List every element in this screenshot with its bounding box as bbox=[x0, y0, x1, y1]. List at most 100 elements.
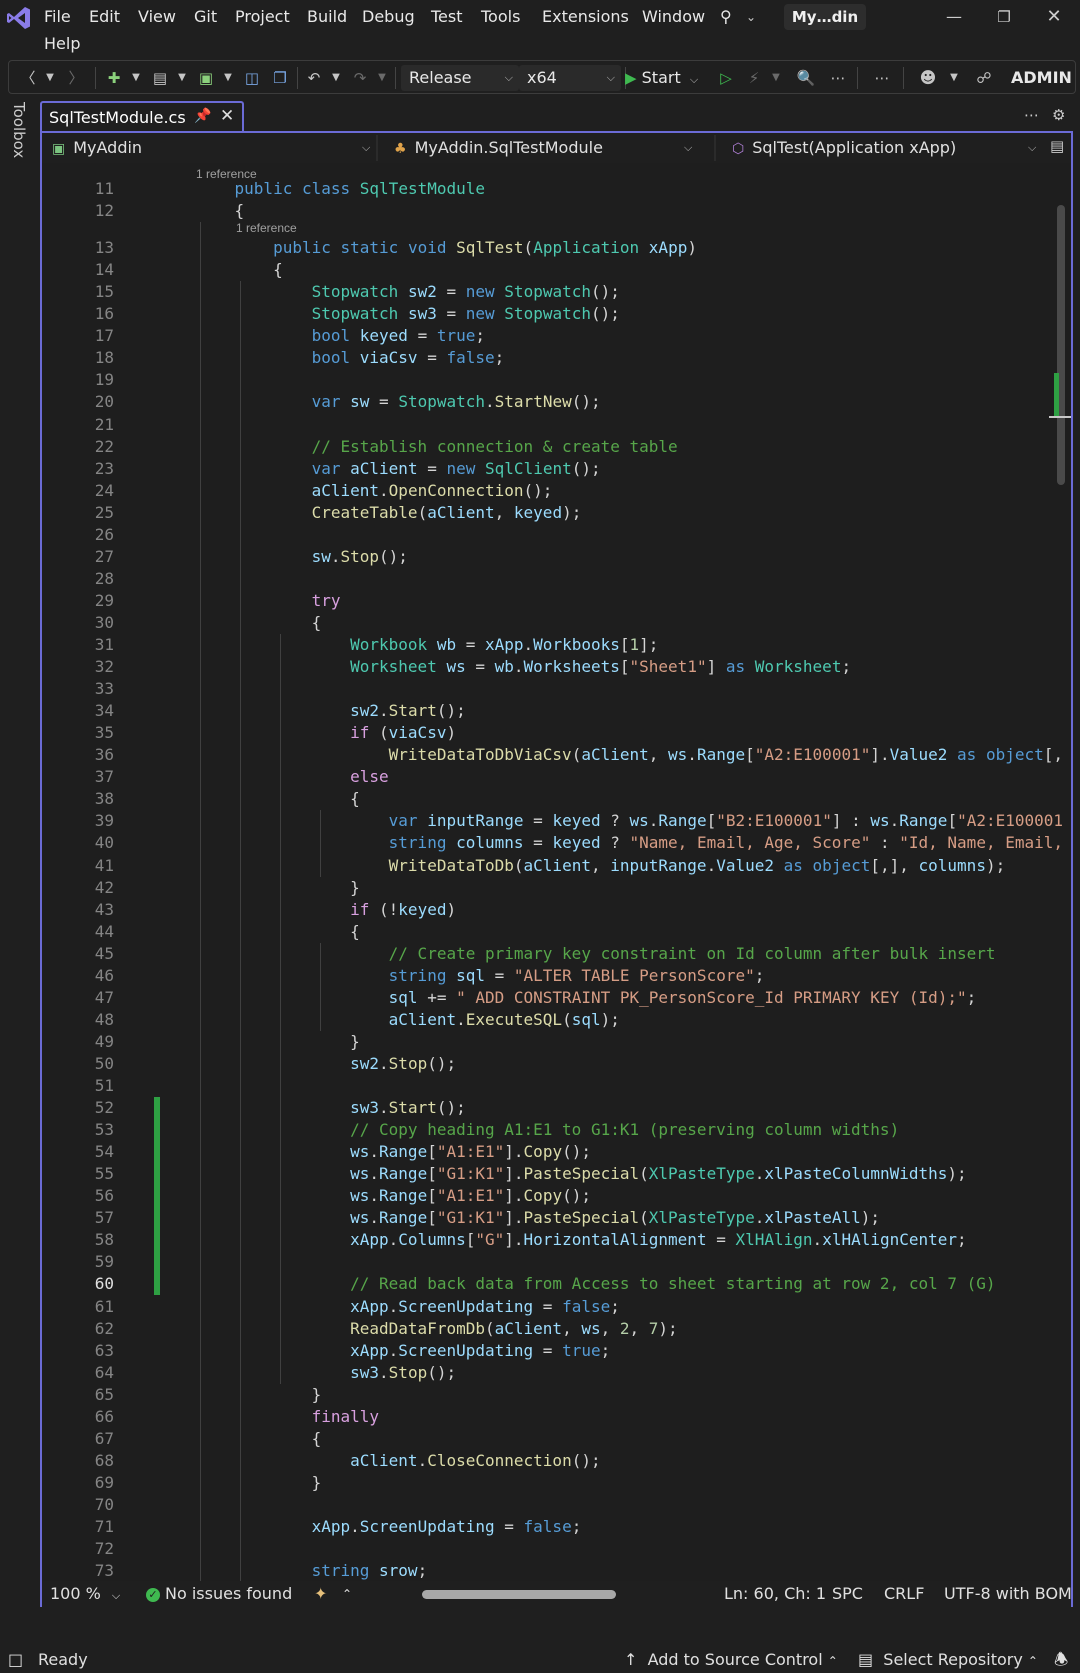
save-icon[interactable]: ◫ bbox=[241, 67, 263, 89]
code-area[interactable]: 1 reference 1 reference 11 public class Sq… bbox=[42, 163, 1062, 1589]
cursor-position[interactable]: Ln: 60, Ch: 1 bbox=[724, 1583, 826, 1605]
configuration-dropdown[interactable]: Release ⌵ bbox=[401, 65, 519, 91]
code-line[interactable]: 17 bool keyed = true; bbox=[42, 325, 1062, 347]
horizontal-scrollbar-thumb[interactable] bbox=[422, 1590, 616, 1599]
close-tab-icon[interactable]: ✕ bbox=[220, 106, 234, 126]
menu-debug[interactable]: Debug bbox=[362, 6, 415, 28]
redo-icon[interactable]: ↷ bbox=[349, 67, 371, 89]
code-line[interactable]: 12 { bbox=[42, 200, 1062, 222]
code-line[interactable]: 15 Stopwatch sw2 = new Stopwatch(); bbox=[42, 281, 1062, 303]
undo-chevron-icon[interactable]: ▼ bbox=[325, 67, 347, 89]
code-line[interactable]: 19 bbox=[42, 369, 1062, 391]
add-to-source-control-button[interactable]: ↑ Add to Source Control ⌃ bbox=[624, 1649, 838, 1672]
code-line[interactable]: 36 WriteDataToDbViaCsv(aClient, ws.Range… bbox=[42, 744, 1062, 766]
split-editor-icon[interactable]: ▤ bbox=[1050, 137, 1064, 155]
overflow-icon[interactable]: ⋯ bbox=[871, 67, 893, 89]
code-line[interactable]: 39 var inputRange = keyed ? ws.Range["B2… bbox=[42, 810, 1062, 832]
code-line[interactable]: 41 WriteDataToDb(aClient, inputRange.Val… bbox=[42, 855, 1062, 877]
code-line[interactable]: 56 ws.Range["A1:E1"].Copy(); bbox=[42, 1185, 1062, 1207]
code-line[interactable]: 50 sw2.Stop(); bbox=[42, 1053, 1062, 1075]
back-icon[interactable]: 〈 bbox=[17, 67, 39, 89]
code-line[interactable]: 40 string columns = keyed ? "Name, Email… bbox=[42, 832, 1062, 854]
code-line[interactable]: 11 public class SqlTestModule bbox=[42, 178, 1062, 200]
zoom-dropdown[interactable]: 100 % ⌵ bbox=[50, 1583, 120, 1607]
chevron-up-icon[interactable]: ⌃ bbox=[342, 1583, 352, 1605]
code-line[interactable]: 47 sql += " ADD CONSTRAINT PK_PersonScor… bbox=[42, 987, 1062, 1009]
code-line[interactable]: 25 CreateTable(aClient, keyed); bbox=[42, 502, 1062, 524]
menu-edit[interactable]: Edit bbox=[89, 6, 120, 28]
live-share-icon[interactable]: ☍ bbox=[973, 67, 995, 89]
code-line[interactable]: 68 aClient.CloseConnection(); bbox=[42, 1450, 1062, 1472]
code-line[interactable]: 55 ws.Range["G1:K1"].PasteSpecial(XlPast… bbox=[42, 1163, 1062, 1185]
browse-folder-icon[interactable]: 🔍 bbox=[795, 67, 817, 89]
code-line[interactable]: 64 sw3.Stop(); bbox=[42, 1362, 1062, 1384]
code-line[interactable]: 23 var aClient = new SqlClient(); bbox=[42, 458, 1062, 480]
code-line[interactable]: 49 } bbox=[42, 1031, 1062, 1053]
new-project-icon[interactable]: ✚ bbox=[103, 67, 125, 89]
code-line[interactable]: 46 string sql = "ALTER TABLE PersonScore… bbox=[42, 965, 1062, 987]
whitespace-mode[interactable]: SPC bbox=[832, 1583, 863, 1605]
menu-extensions[interactable]: Extensions bbox=[542, 6, 629, 28]
code-line[interactable]: 54 ws.Range["A1:E1"].Copy(); bbox=[42, 1141, 1062, 1163]
member-dropdown[interactable]: ⬡ SqlTest(Application xApp) ⌵ bbox=[732, 135, 1036, 161]
code-line[interactable]: 27 sw.Stop(); bbox=[42, 546, 1062, 568]
menu-project[interactable]: Project bbox=[235, 6, 290, 28]
menu-window[interactable]: Window bbox=[642, 6, 705, 28]
type-dropdown[interactable]: ♣ MyAddin.SqlTestModule ⌵ bbox=[394, 135, 692, 161]
code-line[interactable]: 42 } bbox=[42, 877, 1062, 899]
toolbox-tab[interactable]: Toolbox bbox=[10, 102, 28, 158]
code-line[interactable]: 70 bbox=[42, 1494, 1062, 1516]
code-line[interactable]: 59 bbox=[42, 1251, 1062, 1273]
output-window-icon[interactable]: □ bbox=[8, 1649, 23, 1671]
project-dropdown[interactable]: ▣ MyAddin ⌵ bbox=[52, 135, 370, 161]
close-icon[interactable]: ✕ bbox=[1038, 4, 1070, 30]
minimize-icon[interactable]: — bbox=[938, 4, 970, 30]
code-line[interactable]: 69 } bbox=[42, 1472, 1062, 1494]
code-line[interactable]: 32 Worksheet ws = wb.Worksheets["Sheet1"… bbox=[42, 656, 1062, 678]
code-line[interactable]: 65 } bbox=[42, 1384, 1062, 1406]
code-line[interactable]: 45 // Create primary key constraint on I… bbox=[42, 943, 1062, 965]
undo-icon[interactable]: ↶ bbox=[303, 67, 325, 89]
vertical-scrollbar-thumb[interactable] bbox=[1057, 205, 1065, 485]
code-line[interactable]: 16 Stopwatch sw3 = new Stopwatch(); bbox=[42, 303, 1062, 325]
code-line[interactable]: 58 xApp.Columns["G"].HorizontalAlignment… bbox=[42, 1229, 1062, 1251]
pin-icon[interactable]: 📌 bbox=[194, 108, 211, 124]
save-all-icon[interactable]: ❐ bbox=[269, 67, 291, 89]
code-line[interactable]: 13 public static void SqlTest(Applicatio… bbox=[42, 237, 1062, 259]
issues-indicator[interactable]: ✓ No issues found bbox=[146, 1583, 292, 1605]
code-line[interactable]: 71 xApp.ScreenUpdating = false; bbox=[42, 1516, 1062, 1538]
new-project-chevron-icon[interactable]: ▼ bbox=[125, 67, 147, 89]
vs-logo-icon[interactable] bbox=[6, 5, 32, 31]
code-line[interactable]: 30 { bbox=[42, 612, 1062, 634]
code-line[interactable]: 52 sw3.Start(); bbox=[42, 1097, 1062, 1119]
back-dropdown-chevron-icon[interactable]: ▼ bbox=[39, 67, 61, 89]
code-line[interactable]: 26 bbox=[42, 524, 1062, 546]
code-line[interactable]: 33 bbox=[42, 678, 1062, 700]
code-line[interactable]: 29 try bbox=[42, 590, 1062, 612]
code-line[interactable]: 18 bool viaCsv = false; bbox=[42, 347, 1062, 369]
restore-icon[interactable]: ❐ bbox=[988, 4, 1020, 30]
code-line[interactable]: 66 finally bbox=[42, 1406, 1062, 1428]
menu-build[interactable]: Build bbox=[307, 6, 347, 28]
chevron-down-icon[interactable]: ⌄ bbox=[746, 10, 756, 24]
code-line[interactable]: 62 ReadDataFromDb(aClient, ws, 2, 7); bbox=[42, 1318, 1062, 1340]
code-line[interactable]: 20 var sw = Stopwatch.StartNew(); bbox=[42, 391, 1062, 413]
more-options-icon[interactable]: ⋯ bbox=[827, 67, 849, 89]
menu-git[interactable]: Git bbox=[194, 6, 217, 28]
redo-chevron-icon[interactable]: ▼ bbox=[371, 67, 393, 89]
code-line[interactable]: 31 Workbook wb = xApp.Workbooks[1]; bbox=[42, 634, 1062, 656]
start-debugging-button[interactable]: ▶ Start ⌵ bbox=[625, 65, 715, 91]
tab-overflow-icon[interactable]: ⋯ bbox=[1024, 106, 1039, 124]
code-line[interactable]: 38 { bbox=[42, 788, 1062, 810]
code-line[interactable]: 22 // Establish connection & create tabl… bbox=[42, 436, 1062, 458]
add-existing-icon[interactable]: ▣ bbox=[195, 67, 217, 89]
forward-icon[interactable]: 〉 bbox=[65, 67, 87, 89]
code-line[interactable]: 60 // Read back data from Access to shee… bbox=[42, 1273, 1062, 1295]
code-line[interactable]: 28 bbox=[42, 568, 1062, 590]
menu-view[interactable]: View bbox=[138, 6, 176, 28]
code-line[interactable]: 67 { bbox=[42, 1428, 1062, 1450]
select-repository-button[interactable]: ▤ Select Repository ⌃ bbox=[858, 1649, 1038, 1672]
menu-file[interactable]: File bbox=[44, 6, 71, 28]
line-endings[interactable]: CRLF bbox=[884, 1583, 924, 1605]
tab-sqltestmodule[interactable]: SqlTestModule.cs 📌 ✕ bbox=[40, 101, 244, 132]
